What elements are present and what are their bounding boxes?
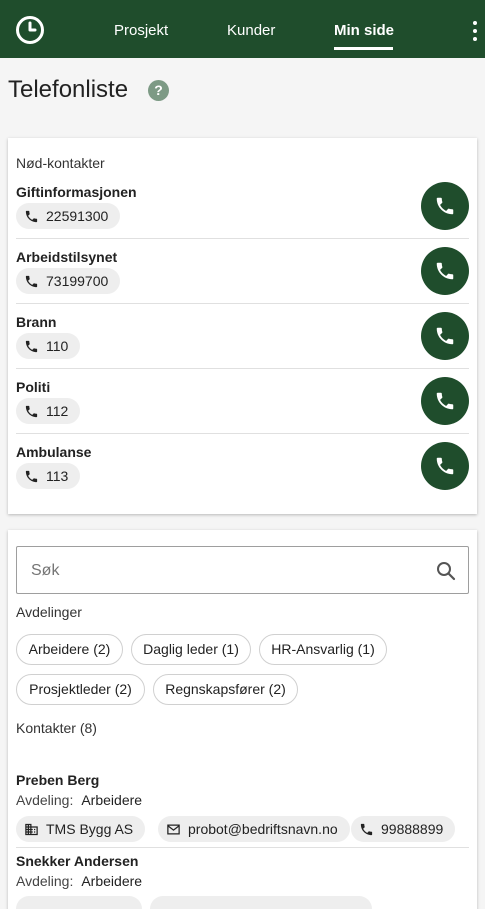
emergency-contacts-card: Nød-kontakter Giftinformasjonen 22591300… <box>8 138 477 514</box>
phone-number: 99888899 <box>381 821 444 837</box>
department-value: Arbeidere <box>81 792 143 808</box>
phone-icon <box>25 340 38 353</box>
nav-kunder[interactable]: Kunder <box>227 22 275 40</box>
department-chip-prosjektleder[interactable]: Prosjektleder (2) <box>16 674 145 705</box>
emergency-contact-name: Giftinformasjonen <box>16 184 137 200</box>
department-value: Arbeidere <box>81 873 143 889</box>
phone-chip[interactable]: 110 <box>16 333 81 359</box>
phone-icon <box>436 392 454 410</box>
contact-name: Preben Berg <box>16 772 100 788</box>
email-address: probot@bedriftsnavn.no <box>188 821 338 837</box>
department-chip-daglig-leder[interactable]: Daglig leder (1) <box>131 634 251 665</box>
phone-chip[interactable]: 113 <box>16 463 81 489</box>
department-chip-hr-ansvarlig[interactable]: HR-Ansvarlig (1) <box>259 634 387 665</box>
page-title: Telefonliste <box>8 76 129 103</box>
phone-icon <box>25 275 38 288</box>
departments-label: Avdelinger <box>16 604 82 620</box>
mail-icon <box>167 824 180 835</box>
phone-icon <box>25 470 38 483</box>
company-chip[interactable] <box>16 896 142 909</box>
nav-prosjekt[interactable]: Prosjekt <box>114 22 168 40</box>
emergency-section-label: Nød-kontakter <box>16 155 105 171</box>
call-button[interactable] <box>421 377 469 425</box>
top-app-bar: Prosjekt Kunder Min side <box>0 0 485 58</box>
search-icon[interactable] <box>434 559 458 583</box>
call-button[interactable] <box>421 312 469 360</box>
contact-name: Snekker Andersen <box>16 853 139 869</box>
search-input[interactable] <box>31 559 421 583</box>
phone-icon <box>360 823 373 836</box>
emergency-contact-name: Arbeidstilsynet <box>16 249 118 265</box>
emergency-contact-name: Politi <box>16 379 51 395</box>
emergency-contact-row: Ambulanse 113 <box>8 434 477 499</box>
phone-icon <box>25 405 38 418</box>
emergency-contact-row: Giftinformasjonen 22591300 <box>8 174 477 239</box>
business-icon <box>25 823 38 836</box>
active-tab-indicator <box>334 47 393 50</box>
company-chip[interactable]: TMS Bygg AS <box>16 816 146 842</box>
phone-icon <box>436 197 454 215</box>
call-button[interactable] <box>421 247 469 295</box>
divider <box>16 847 469 848</box>
emergency-contact-name: Ambulanse <box>16 444 92 460</box>
emergency-contact-row: Politi 112 <box>8 369 477 434</box>
emergency-contact-row: Arbeidstilsynet 73199700 <box>8 239 477 304</box>
contact-department: Avdeling: Arbeidere <box>16 873 142 889</box>
phone-icon <box>25 210 38 223</box>
phone-number: 112 <box>46 403 69 419</box>
department-prefix: Avdeling: <box>16 792 74 808</box>
phone-icon <box>436 327 454 345</box>
emergency-contact-row: Brann 110 <box>8 304 477 369</box>
phone-number: 110 <box>46 338 69 354</box>
contacts-count-label: Kontakter (8) <box>16 720 97 736</box>
email-chip[interactable] <box>150 896 372 909</box>
contacts-card: Avdelinger Arbeidere (2) Daglig leder (1… <box>8 530 477 909</box>
email-chip[interactable]: probot@bedriftsnavn.no <box>158 816 350 842</box>
department-chip-regnskapsforer[interactable]: Regnskapsfører (2) <box>153 674 298 705</box>
phone-chip[interactable]: 99888899 <box>351 816 456 842</box>
emergency-contact-name: Brann <box>16 314 57 330</box>
department-prefix: Avdeling: <box>16 873 74 889</box>
phone-chip[interactable]: 22591300 <box>16 203 121 229</box>
call-button[interactable] <box>421 442 469 490</box>
phone-chip[interactable]: 73199700 <box>16 268 121 294</box>
search-field[interactable] <box>16 546 469 594</box>
phone-number: 73199700 <box>46 273 109 289</box>
department-chip-arbeidere[interactable]: Arbeidere (2) <box>16 634 123 665</box>
phone-number: 22591300 <box>46 208 109 224</box>
more-vert-icon[interactable] <box>470 21 480 41</box>
phone-icon <box>436 262 454 280</box>
nav-min-side[interactable]: Min side <box>334 22 394 40</box>
phone-number: 113 <box>46 468 69 484</box>
contact-department: Avdeling: Arbeidere <box>16 792 142 808</box>
call-button[interactable] <box>421 182 469 230</box>
company-name: TMS Bygg AS <box>46 821 134 837</box>
clock-logo-icon[interactable] <box>15 15 45 45</box>
phone-icon <box>436 457 454 475</box>
help-icon[interactable]: ? <box>148 80 169 101</box>
phone-chip[interactable]: 112 <box>16 398 81 424</box>
